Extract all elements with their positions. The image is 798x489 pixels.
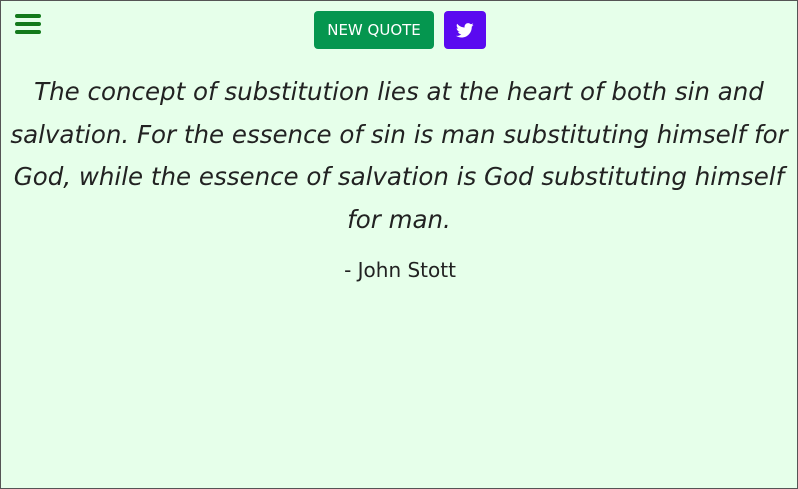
tweet-button[interactable] xyxy=(443,11,486,49)
quote-author: - John Stott xyxy=(344,258,456,282)
quote-controls: NEW QUOTE xyxy=(1,11,798,49)
twitter-bird-icon xyxy=(455,22,474,37)
new-quote-button[interactable]: NEW QUOTE xyxy=(314,11,434,49)
quote-text: The concept of substitution lies at the … xyxy=(10,77,788,234)
